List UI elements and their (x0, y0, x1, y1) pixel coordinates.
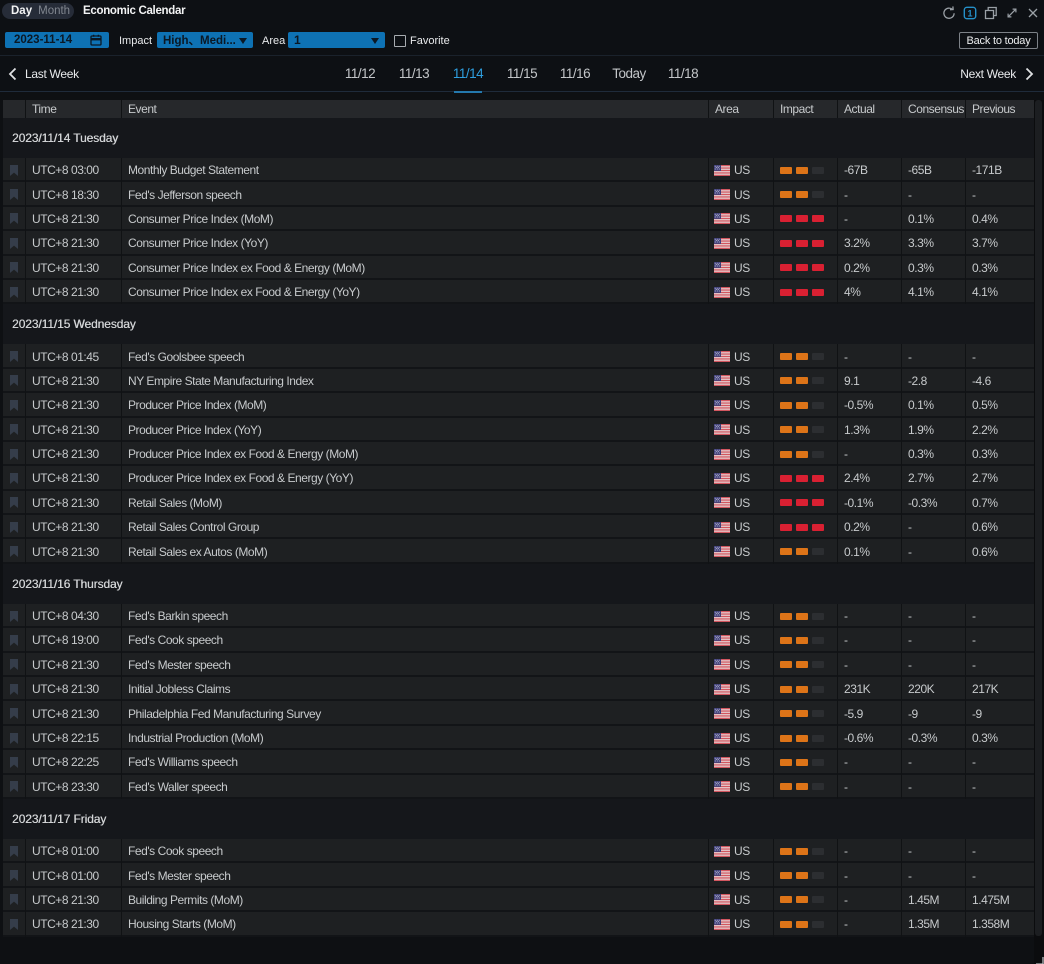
svg-text:1: 1 (967, 8, 972, 18)
